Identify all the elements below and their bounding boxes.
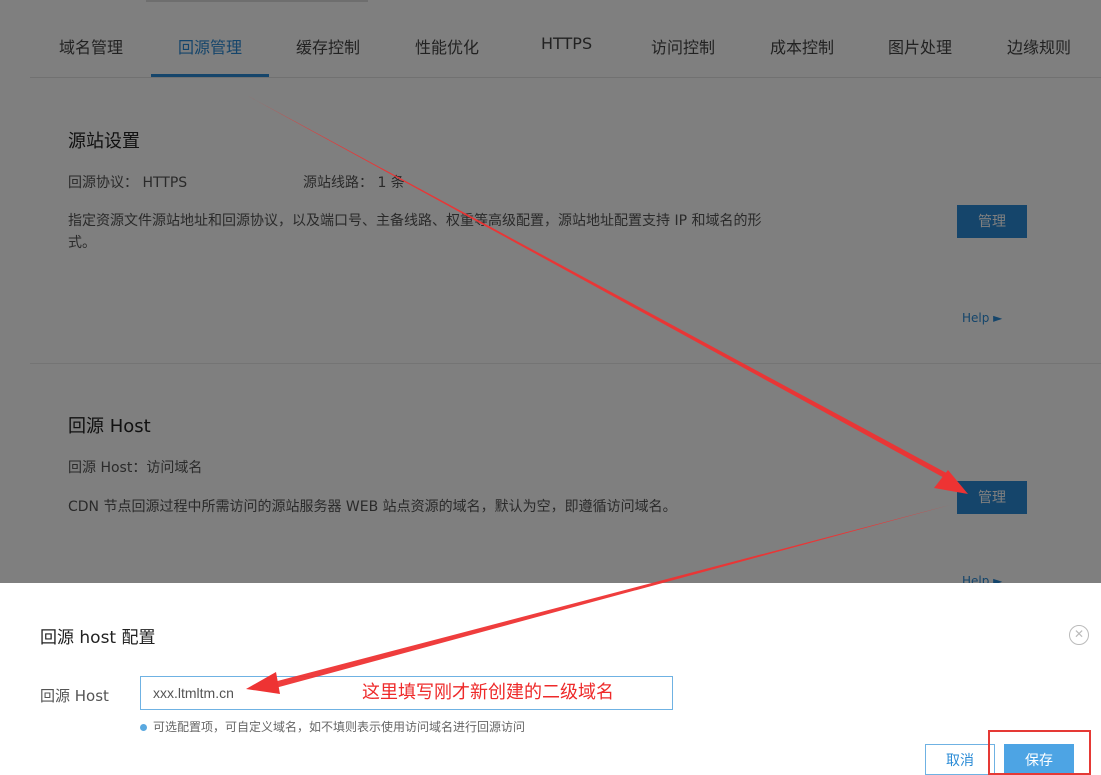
- annotation-text: 这里填写刚才新创建的二级域名: [362, 682, 614, 703]
- origin-host-config-dialog: 回源 host 配置 ✕ 回源 Host 可选配置项，可自定义域名，如不填则表示…: [0, 583, 1101, 775]
- modal-overlay: [0, 0, 1101, 583]
- field-hint-text: 可选配置项，可自定义域名，如不填则表示使用访问域名进行回源访问: [153, 720, 526, 734]
- cancel-button[interactable]: 取消: [925, 744, 995, 775]
- origin-host-field-label: 回源 Host: [40, 687, 109, 705]
- field-hint: 可选配置项，可自定义域名，如不填则表示使用访问域名进行回源访问: [140, 718, 525, 735]
- dialog-title: 回源 host 配置: [40, 628, 156, 648]
- close-circle-icon[interactable]: ✕: [1069, 625, 1089, 645]
- info-dot-icon: [140, 724, 147, 731]
- save-button[interactable]: 保存: [1004, 744, 1074, 775]
